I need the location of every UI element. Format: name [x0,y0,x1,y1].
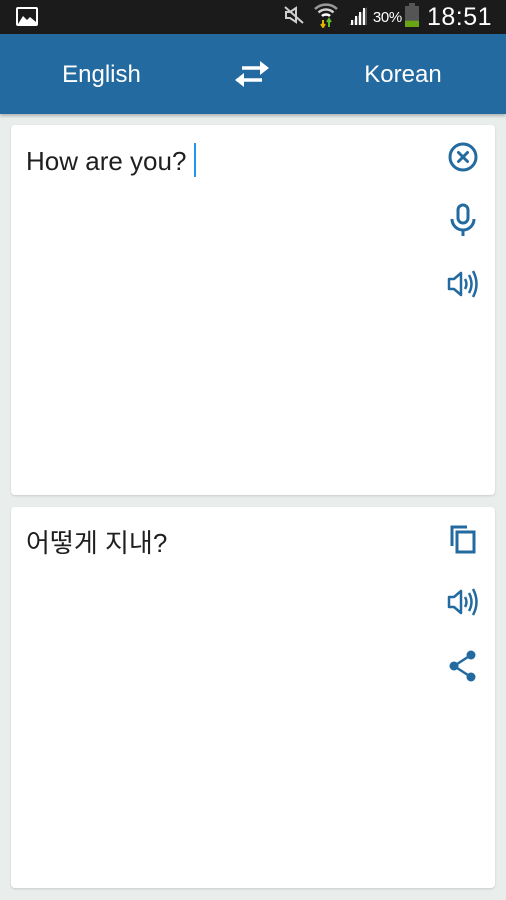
voice-input-button[interactable] [443,200,483,240]
text-caret [194,143,197,177]
clear-circle-icon [448,142,478,172]
copy-button[interactable] [443,519,483,559]
speaker-icon [447,270,478,298]
mute-icon [283,5,305,30]
output-card: 어떻게 지내? [11,507,495,888]
share-button[interactable] [443,646,483,686]
battery-icon [404,2,419,32]
share-icon [449,650,476,682]
swap-arrows-icon [235,61,269,87]
wifi-icon [313,2,339,33]
status-bar: 30% 18:51 [0,0,506,34]
source-text: How are you? [26,146,187,176]
speak-translation-button[interactable] [443,582,483,622]
gallery-notification-icon [16,7,38,26]
signal-icon [347,5,369,30]
target-language-button[interactable]: Korean [303,34,503,114]
copy-icon [450,525,476,554]
app-bar: English Korean [0,34,506,114]
clear-button[interactable] [443,137,483,177]
clock: 18:51 [426,2,492,31]
input-card: How are you? [11,125,495,495]
translated-text: 어떻게 지내? [26,528,168,558]
source-text-input[interactable]: How are you? [26,143,197,177]
microphone-icon [450,203,476,236]
battery-fill [404,20,419,27]
battery-percent: 30% [372,8,402,26]
speak-source-button[interactable] [443,264,483,304]
source-language-button[interactable]: English [0,34,203,114]
swap-languages-button[interactable] [232,58,272,90]
speaker-icon [447,588,478,616]
